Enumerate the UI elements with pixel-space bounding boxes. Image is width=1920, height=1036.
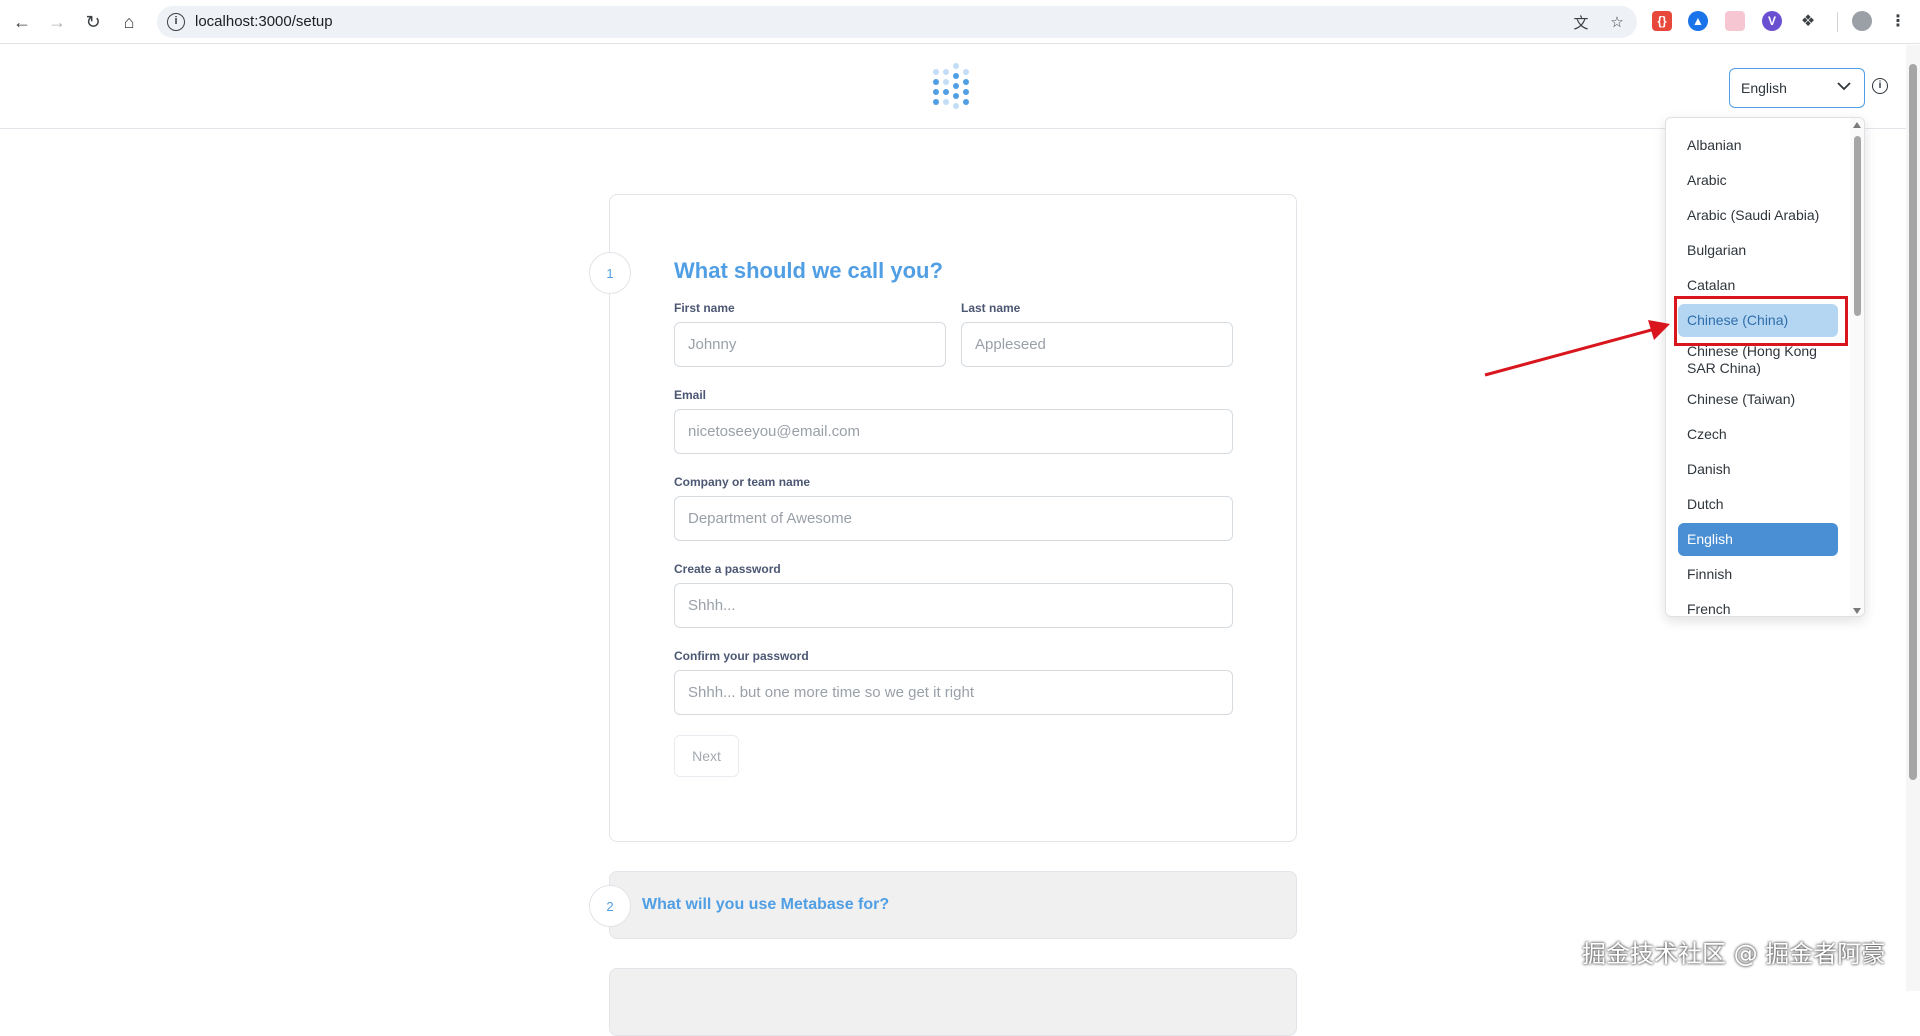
- scroll-down-icon[interactable]: [1853, 608, 1861, 614]
- address-bar[interactable]: i localhost:3000/setup 文 ☆: [157, 6, 1637, 38]
- language-select[interactable]: English: [1729, 68, 1865, 108]
- profile-avatar[interactable]: [1852, 11, 1872, 31]
- language-option[interactable]: Arabic (Saudi Arabia): [1678, 199, 1838, 232]
- language-option[interactable]: Danish: [1678, 453, 1838, 486]
- step-title[interactable]: What will you use Metabase for?: [642, 896, 889, 914]
- step-number-badge: 2: [589, 885, 631, 927]
- language-dropdown[interactable]: Albanian Arabic Arabic (Saudi Arabia) Bulga…: [1665, 117, 1865, 617]
- password-input[interactable]: [674, 583, 1233, 628]
- language-option[interactable]: Albanian: [1678, 129, 1838, 162]
- dropdown-scrollbar[interactable]: [1850, 118, 1864, 616]
- language-option[interactable]: Czech: [1678, 418, 1838, 451]
- password-label: Create a password: [674, 562, 781, 576]
- step-title: What should we call you?: [674, 258, 943, 283]
- last-name-label: Last name: [961, 301, 1021, 315]
- translate-icon[interactable]: 文: [1571, 12, 1591, 32]
- confirm-password-label: Confirm your password: [674, 649, 809, 663]
- first-name-label: First name: [674, 301, 735, 315]
- next-button[interactable]: Next: [674, 735, 739, 777]
- language-select-value: English: [1741, 80, 1787, 96]
- language-option[interactable]: Chinese (Taiwan): [1678, 383, 1838, 416]
- scroll-up-icon[interactable]: [1853, 122, 1861, 128]
- extension-icon[interactable]: [1725, 11, 1745, 31]
- toolbar-divider: [1837, 12, 1838, 32]
- chrome-menu-icon[interactable]: ⋮: [1888, 11, 1908, 31]
- first-name-input[interactable]: [674, 322, 946, 367]
- setup-step-card: 1 What should we call you? First name La…: [589, 194, 1297, 842]
- back-icon[interactable]: ←: [10, 10, 34, 34]
- chevron-down-icon: [1837, 82, 1851, 91]
- extension-icon[interactable]: V: [1762, 11, 1782, 31]
- browser-toolbar: ← → ↻ ⌂ i localhost:3000/setup 文 ☆ {} ▲ …: [0, 0, 1920, 44]
- language-option[interactable]: Bulgarian: [1678, 234, 1838, 267]
- forward-icon[interactable]: →: [45, 10, 69, 34]
- watermark-text: 掘金技术社区 @ 掘金者阿豪: [1582, 940, 1886, 968]
- email-label: Email: [674, 388, 707, 402]
- language-option[interactable]: French: [1678, 593, 1838, 616]
- page-scroll-thumb[interactable]: [1909, 64, 1917, 780]
- language-option[interactable]: Arabic: [1678, 164, 1838, 197]
- language-option[interactable]: Finnish: [1678, 558, 1838, 591]
- info-icon[interactable]: i: [1872, 78, 1888, 94]
- language-option[interactable]: Dutch: [1678, 488, 1838, 521]
- bookmark-star-icon[interactable]: ☆: [1607, 12, 1627, 32]
- metabase-logo: [933, 63, 969, 109]
- step-number-badge: 1: [589, 252, 631, 294]
- reload-icon[interactable]: ↻: [81, 10, 105, 34]
- home-icon[interactable]: ⌂: [117, 10, 141, 34]
- extension-icon[interactable]: ▲: [1688, 11, 1708, 31]
- last-name-input[interactable]: [961, 322, 1233, 367]
- confirm-password-input[interactable]: [674, 670, 1233, 715]
- company-label: Company or team name: [674, 475, 811, 489]
- extension-icon[interactable]: {}: [1652, 11, 1672, 31]
- dropdown-scroll-thumb[interactable]: [1854, 136, 1861, 316]
- extensions-puzzle-icon[interactable]: ❖: [1798, 11, 1818, 31]
- annotation-arrow-icon: [1484, 320, 1670, 377]
- language-option[interactable]: English: [1678, 523, 1838, 556]
- setup-step-card-collapsed[interactable]: [609, 968, 1297, 1036]
- setup-step-card-collapsed[interactable]: 2 What will you use Metabase for?: [589, 871, 1297, 939]
- app-header: English i: [0, 45, 1920, 129]
- annotation-highlight-box: [1674, 296, 1848, 346]
- url-text[interactable]: localhost:3000/setup: [195, 13, 333, 30]
- site-info-icon[interactable]: i: [167, 13, 185, 31]
- email-input[interactable]: [674, 409, 1233, 454]
- company-input[interactable]: [674, 496, 1233, 541]
